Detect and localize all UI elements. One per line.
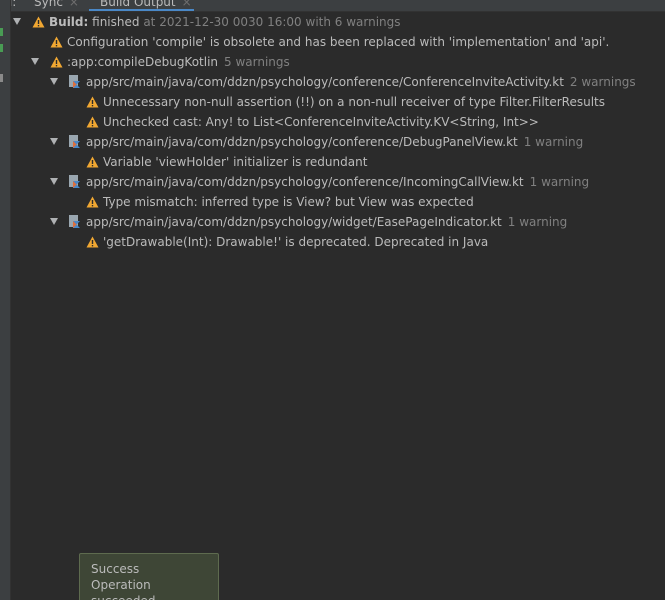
kotlin-file-icon: [69, 215, 80, 228]
build-label: Build:: [49, 15, 89, 29]
build-status: finished: [92, 15, 140, 29]
kotlin-file-icon: [69, 175, 80, 188]
tree-row-config-warning[interactable]: Configuration 'compile' is obsolete and …: [10, 32, 665, 52]
close-icon[interactable]: ×: [182, 0, 192, 9]
warning-message: Configuration 'compile' is obsolete and …: [67, 35, 610, 49]
kotlin-file-icon: [69, 135, 80, 148]
tree-row-file[interactable]: app/src/main/java/com/ddzn/psychology/co…: [10, 172, 665, 192]
chevron-down-icon[interactable]: [50, 78, 58, 85]
warning-message: 'getDrawable(Int): Drawable!' is depreca…: [103, 235, 489, 249]
active-tab-indicator: [89, 9, 194, 11]
tree-row-warning[interactable]: Unchecked cast: Any! to List<ConferenceI…: [10, 112, 665, 132]
file-path: app/src/main/java/com/ddzn/psychology/co…: [86, 75, 564, 89]
warning-icon: [32, 16, 45, 28]
warning-message: Type mismatch: inferred type is View? bu…: [103, 195, 474, 209]
gray-marker-icon: [0, 74, 3, 82]
tab-sync[interactable]: Sync ×: [34, 0, 79, 11]
warning-count: 1 warning: [523, 135, 584, 149]
chevron-down-icon[interactable]: [50, 138, 58, 145]
notification-message: Operation succeeded: [91, 578, 155, 600]
warning-icon: [86, 116, 99, 128]
tree-row-file[interactable]: app/src/main/java/com/ddzn/psychology/co…: [10, 132, 665, 152]
warning-icon: [86, 236, 99, 248]
tree-row-warning[interactable]: Type mismatch: inferred type is View? bu…: [10, 192, 665, 212]
warning-message: Unchecked cast: Any! to List<ConferenceI…: [103, 115, 539, 129]
file-path: app/src/main/java/com/ddzn/psychology/co…: [86, 175, 524, 189]
tree-row-warning[interactable]: Unnecessary non-null assertion (!!) on a…: [10, 92, 665, 112]
green-marker-icon: [0, 44, 3, 52]
notification-title: Success: [91, 562, 140, 576]
chevron-down-icon[interactable]: [50, 178, 58, 185]
kotlin-file-icon: [69, 75, 80, 88]
warning-message: Unnecessary non-null assertion (!!) on a…: [103, 95, 606, 109]
chevron-down-icon[interactable]: [50, 218, 58, 225]
warning-icon: [86, 156, 99, 168]
green-marker-icon: [0, 28, 3, 36]
build-tree: Build: finished at 2021-12-30 0030 16:00…: [10, 12, 665, 252]
warning-count: 2 warnings: [569, 75, 636, 89]
tree-row-file[interactable]: app/src/main/java/com/ddzn/psychology/wi…: [10, 212, 665, 232]
warning-count: 1 warning: [507, 215, 568, 229]
warning-icon: [50, 36, 63, 48]
tool-window-tabs: ild: Sync× Build Output×: [0, 0, 665, 12]
chevron-down-icon[interactable]: [31, 58, 39, 65]
warning-icon: [50, 56, 63, 68]
tree-row-task[interactable]: :app:compileDebugKotlin 5 warnings: [10, 52, 665, 72]
file-path: app/src/main/java/com/ddzn/psychology/wi…: [86, 215, 502, 229]
tree-row-warning[interactable]: 'getDrawable(Int): Drawable!' is depreca…: [10, 232, 665, 252]
file-path: app/src/main/java/com/ddzn/psychology/co…: [86, 135, 518, 149]
tree-row-file[interactable]: app/src/main/java/com/ddzn/psychology/co…: [10, 72, 665, 92]
warning-icon: [86, 196, 99, 208]
tree-row-warning[interactable]: Variable 'viewHolder' initializer is red…: [10, 152, 665, 172]
close-icon[interactable]: ×: [69, 0, 79, 9]
chevron-down-icon[interactable]: [13, 18, 21, 25]
warning-icon: [86, 96, 99, 108]
build-meta: at 2021-12-30 0030 16:00 with 6 warnings: [143, 15, 401, 29]
warning-count: 1 warning: [529, 175, 590, 189]
warning-count: 5 warnings: [224, 55, 290, 69]
task-label: :app:compileDebugKotlin: [67, 55, 219, 69]
success-notification[interactable]: Success Operation succeeded: [79, 553, 219, 600]
build-output-panel: ild: Sync× Build Output× Build: finished…: [0, 0, 665, 600]
warning-message: Variable 'viewHolder' initializer is red…: [103, 155, 368, 169]
tree-row-build-root[interactable]: Build: finished at 2021-12-30 0030 16:00…: [10, 12, 665, 32]
